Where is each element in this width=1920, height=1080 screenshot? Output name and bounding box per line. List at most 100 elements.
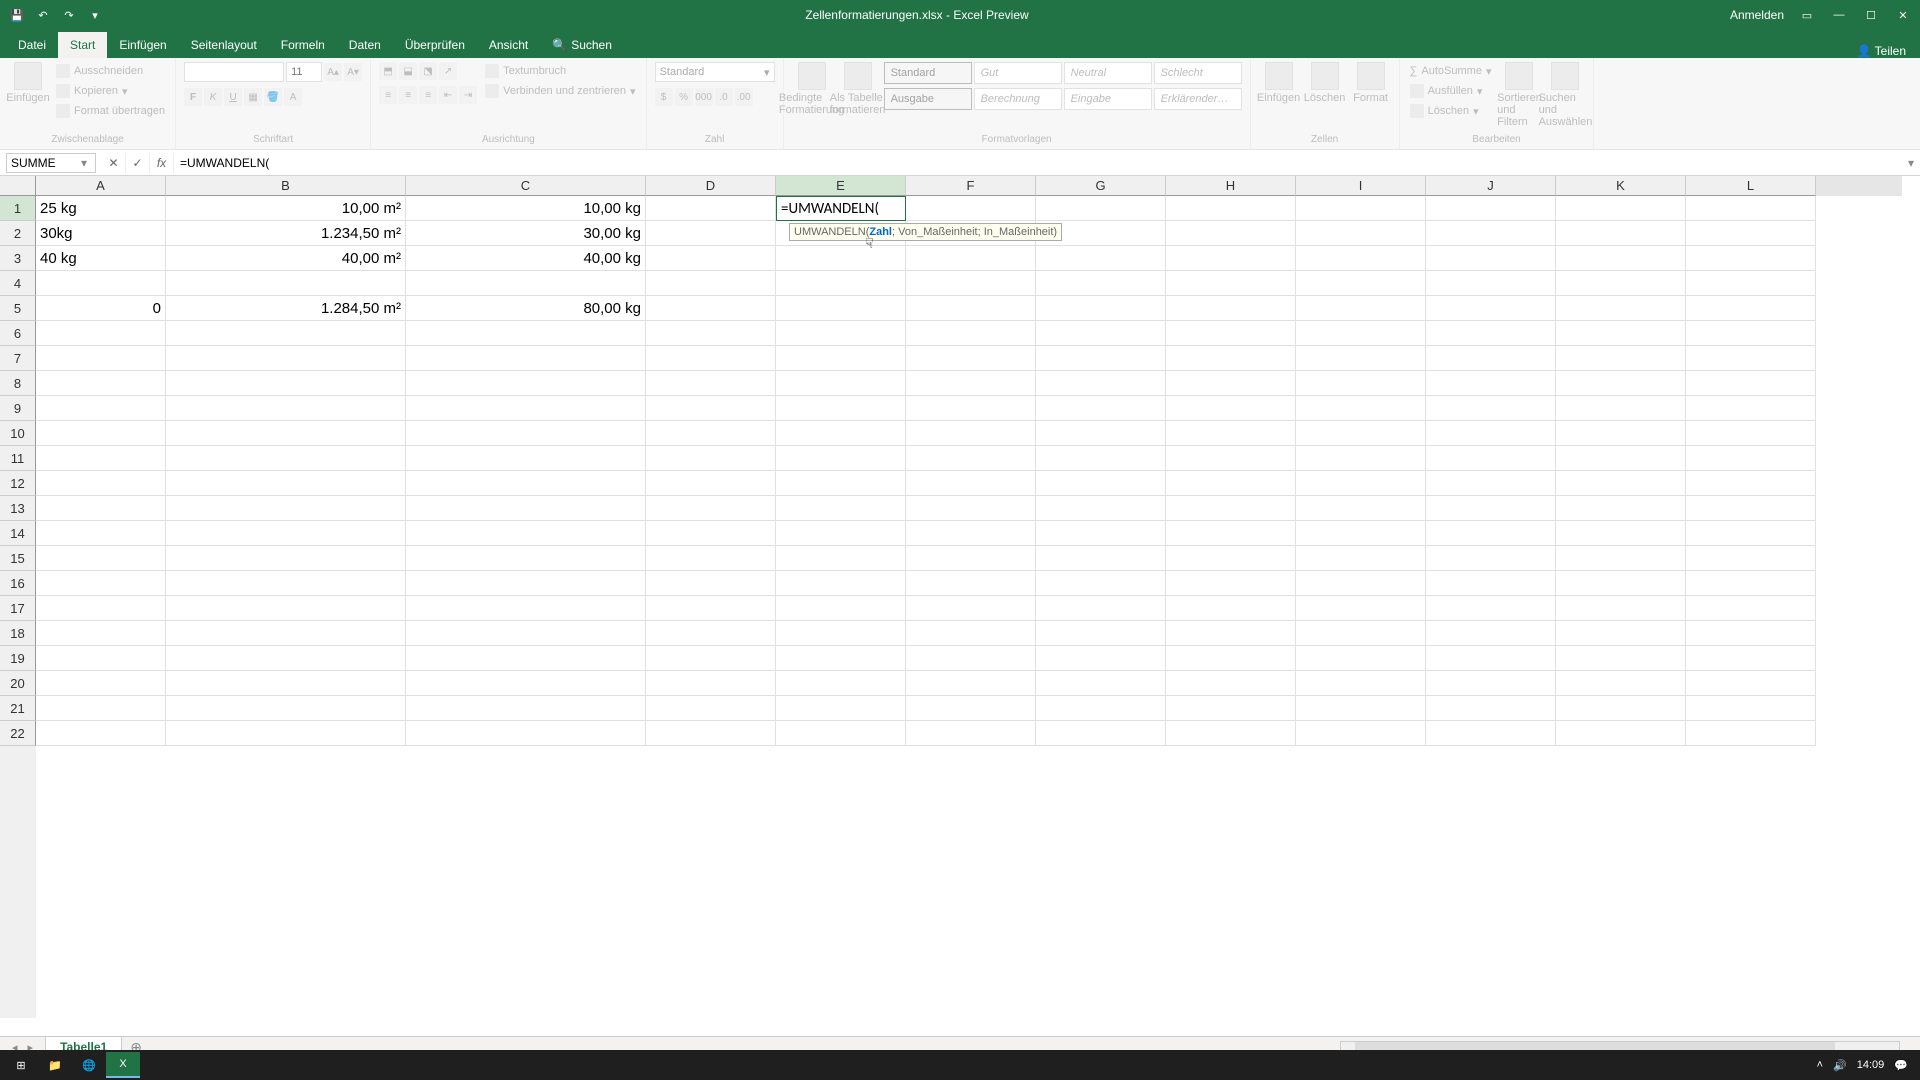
cell-J6[interactable] [1426, 321, 1556, 346]
cell-K6[interactable] [1556, 321, 1686, 346]
cell-D20[interactable] [646, 671, 776, 696]
cell-C22[interactable] [406, 721, 646, 746]
cell-L12[interactable] [1686, 471, 1816, 496]
cell-L6[interactable] [1686, 321, 1816, 346]
cell-I11[interactable] [1296, 446, 1426, 471]
cell-H10[interactable] [1166, 421, 1296, 446]
find-select-button[interactable]: Suchen und Auswählen [1545, 62, 1585, 132]
cell-G4[interactable] [1036, 271, 1166, 296]
cell-D14[interactable] [646, 521, 776, 546]
cell-B17[interactable] [166, 596, 406, 621]
cell-H4[interactable] [1166, 271, 1296, 296]
cell-C7[interactable] [406, 346, 646, 371]
cell-B18[interactable] [166, 621, 406, 646]
cell-C10[interactable] [406, 421, 646, 446]
cell-B3[interactable]: 40,00 m² [166, 246, 406, 271]
cell-A8[interactable] [36, 371, 166, 396]
cell-L14[interactable] [1686, 521, 1816, 546]
fill-color-icon[interactable]: 🪣 [264, 88, 282, 106]
cell-I16[interactable] [1296, 571, 1426, 596]
column-header-F[interactable]: F [906, 176, 1036, 196]
cell-F22[interactable] [906, 721, 1036, 746]
cell-F4[interactable] [906, 271, 1036, 296]
cell-C21[interactable] [406, 696, 646, 721]
increase-indent-icon[interactable]: ⇥ [459, 86, 477, 104]
tab-start[interactable]: Start [58, 32, 107, 58]
cell-B12[interactable] [166, 471, 406, 496]
tab-einfuegen[interactable]: Einfügen [107, 32, 178, 58]
cell-K21[interactable] [1556, 696, 1686, 721]
cell-J15[interactable] [1426, 546, 1556, 571]
cell-F11[interactable] [906, 446, 1036, 471]
row-header-17[interactable]: 17 [0, 596, 36, 621]
cell-L15[interactable] [1686, 546, 1816, 571]
row-header-20[interactable]: 20 [0, 671, 36, 696]
orientation-icon[interactable]: ↗ [439, 62, 457, 80]
cell-J18[interactable] [1426, 621, 1556, 646]
fx-icon[interactable]: fx [150, 153, 174, 173]
cell-E18[interactable] [776, 621, 906, 646]
cell-I12[interactable] [1296, 471, 1426, 496]
cell-K4[interactable] [1556, 271, 1686, 296]
cell-F13[interactable] [906, 496, 1036, 521]
copy-button[interactable]: Kopieren ▾ [54, 82, 167, 100]
cell-H7[interactable] [1166, 346, 1296, 371]
cell-F21[interactable] [906, 696, 1036, 721]
cell-A2[interactable]: 30kg [36, 221, 166, 246]
cell-L13[interactable] [1686, 496, 1816, 521]
cell-A21[interactable] [36, 696, 166, 721]
row-header-6[interactable]: 6 [0, 321, 36, 346]
conditional-formatting-button[interactable]: Bedingte Formatierung [792, 62, 832, 132]
style-berechnung[interactable]: Berechnung [974, 88, 1062, 110]
row-header-21[interactable]: 21 [0, 696, 36, 721]
cell-D11[interactable] [646, 446, 776, 471]
autosum-button[interactable]: ∑ AutoSumme ▾ [1408, 62, 1494, 80]
cell-H1[interactable] [1166, 196, 1296, 221]
cell-D16[interactable] [646, 571, 776, 596]
ribbon-display-icon[interactable]: ▭ [1798, 6, 1816, 24]
cell-K7[interactable] [1556, 346, 1686, 371]
tray-clock[interactable]: 14:09 [1857, 1059, 1885, 1071]
start-menu-icon[interactable]: ⊞ [4, 1052, 38, 1078]
cell-G6[interactable] [1036, 321, 1166, 346]
cell-K18[interactable] [1556, 621, 1686, 646]
cell-K3[interactable] [1556, 246, 1686, 271]
cell-G3[interactable] [1036, 246, 1166, 271]
cell-I10[interactable] [1296, 421, 1426, 446]
cell-K2[interactable] [1556, 221, 1686, 246]
cell-C15[interactable] [406, 546, 646, 571]
cell-D5[interactable] [646, 296, 776, 321]
cell-J19[interactable] [1426, 646, 1556, 671]
cell-I2[interactable] [1296, 221, 1426, 246]
column-header-K[interactable]: K [1556, 176, 1686, 196]
row-header-15[interactable]: 15 [0, 546, 36, 571]
cell-C18[interactable] [406, 621, 646, 646]
style-erklaerender[interactable]: Erklärender… [1154, 88, 1242, 110]
cell-A18[interactable] [36, 621, 166, 646]
cell-C6[interactable] [406, 321, 646, 346]
cell-B8[interactable] [166, 371, 406, 396]
tab-datei[interactable]: Datei [6, 32, 58, 58]
cell-D4[interactable] [646, 271, 776, 296]
cell-J11[interactable] [1426, 446, 1556, 471]
excel-taskbar-icon[interactable]: X [106, 1052, 140, 1078]
row-header-4[interactable]: 4 [0, 271, 36, 296]
cell-F1[interactable] [906, 196, 1036, 221]
cell-K16[interactable] [1556, 571, 1686, 596]
cell-I22[interactable] [1296, 721, 1426, 746]
cell-H6[interactable] [1166, 321, 1296, 346]
align-center-icon[interactable]: ≡ [399, 86, 417, 104]
tray-notifications-icon[interactable]: 💬 [1894, 1059, 1908, 1072]
column-header-D[interactable]: D [646, 176, 776, 196]
cell-I14[interactable] [1296, 521, 1426, 546]
column-header-C[interactable]: C [406, 176, 646, 196]
cell-A7[interactable] [36, 346, 166, 371]
cell-J2[interactable] [1426, 221, 1556, 246]
cell-G15[interactable] [1036, 546, 1166, 571]
cell-D13[interactable] [646, 496, 776, 521]
style-neutral[interactable]: Neutral [1064, 62, 1152, 84]
cell-J12[interactable] [1426, 471, 1556, 496]
cell-F17[interactable] [906, 596, 1036, 621]
cell-G5[interactable] [1036, 296, 1166, 321]
cell-K9[interactable] [1556, 396, 1686, 421]
